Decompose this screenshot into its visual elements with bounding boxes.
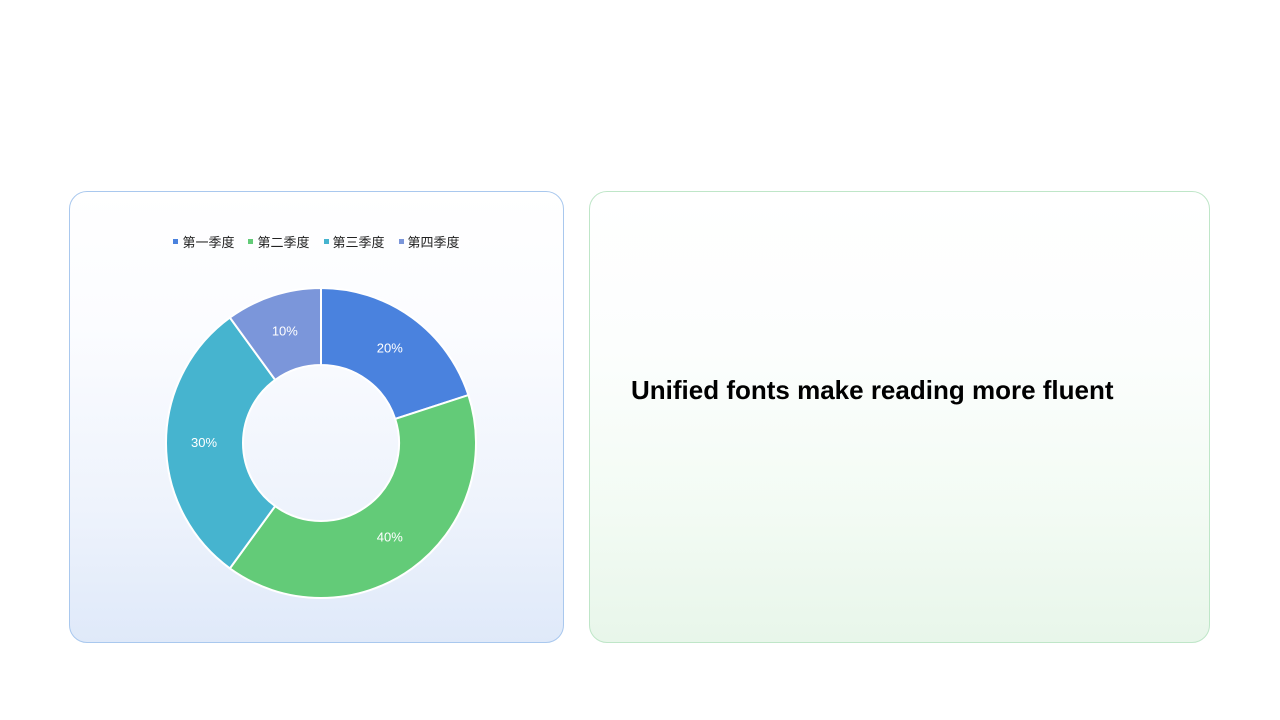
chart-card: 第一季度 第二季度 第三季度 第四季度 20% 40% 30% 10%: [69, 191, 564, 643]
data-label-2: 40%: [377, 530, 403, 545]
slide: 第一季度 第二季度 第三季度 第四季度 20% 40% 30% 10% Unified…: [0, 0, 1280, 720]
headline: Unified fonts make reading more fluent: [631, 375, 1114, 405]
donut-chart: 20% 40% 30% 10%: [165, 286, 477, 599]
data-label-4: 10%: [272, 324, 298, 339]
text-card: Unified fonts make reading more fluent: [589, 191, 1210, 643]
data-label-1: 20%: [377, 340, 403, 355]
data-label-3: 30%: [191, 435, 217, 450]
donut-slice-2: [228, 393, 477, 599]
